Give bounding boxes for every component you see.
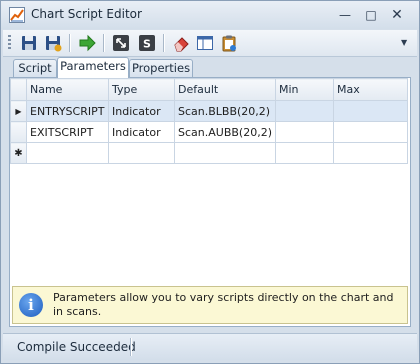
column-header-min[interactable]: Min (274, 78, 334, 101)
new-row[interactable]: ✱ (10, 142, 408, 164)
new-row-asterisk-icon: ✱ (10, 142, 27, 164)
cell-type[interactable]: Indicator (108, 121, 175, 143)
cell-name[interactable]: ENTRYSCRIPT (26, 100, 109, 122)
tab-script[interactable]: Script (13, 59, 57, 77)
current-row-arrow-icon: ▶ (10, 100, 27, 122)
cell-default[interactable] (174, 142, 276, 164)
clipboard-icon[interactable] (219, 33, 239, 53)
compile-status: Compile Succeeded (17, 340, 136, 354)
parameters-panel: Name Type Default Min Max ▶ ENTRYSCRIPT … (9, 77, 411, 327)
parameters-grid: Name Type Default Min Max ▶ ENTRYSCRIPT … (10, 78, 408, 164)
title-bar[interactable]: Chart Script Editor — □ ✕ (1, 1, 419, 29)
cell-type[interactable] (108, 142, 175, 164)
toolbar-separator (103, 34, 105, 52)
chart-script-editor-window: Chart Script Editor — □ ✕ S ▼ Script Par… (0, 0, 420, 364)
toolbar-grip[interactable] (8, 35, 11, 51)
cell-min[interactable] (274, 142, 334, 164)
close-button[interactable]: ✕ (387, 6, 407, 24)
toolbar-overflow-icon[interactable]: ▼ (401, 38, 407, 47)
minimize-button[interactable]: — (335, 6, 355, 24)
tab-parameters[interactable]: Parameters (57, 57, 129, 78)
run-arrow-icon[interactable] (77, 33, 97, 53)
table-row[interactable]: ▶ ENTRYSCRIPT Indicator Scan.BLBB(20,2) (10, 100, 408, 122)
column-header-max[interactable]: Max (332, 78, 408, 101)
grid-header-row: Name Type Default Min Max (10, 78, 408, 101)
toolbar-separator (163, 34, 165, 52)
info-icon: i (19, 293, 43, 317)
column-header-name[interactable]: Name (26, 78, 109, 101)
cell-min[interactable] (274, 100, 334, 122)
cell-type[interactable]: Indicator (108, 100, 175, 122)
status-bar: Compile Succeeded (3, 333, 417, 360)
cell-default[interactable]: Scan.BLBB(20,2) (174, 100, 276, 122)
cell-max[interactable] (332, 121, 408, 143)
info-bar: i Parameters allow you to vary scripts d… (12, 286, 408, 324)
window-title: Chart Script Editor (31, 7, 142, 21)
column-header-default[interactable]: Default (174, 78, 276, 101)
window-layout-icon[interactable] (195, 33, 215, 53)
info-message: Parameters allow you to vary scripts dir… (53, 291, 394, 318)
toolbar: S ▼ (3, 30, 417, 57)
svg-text:S: S (143, 38, 151, 51)
chart-app-icon (9, 7, 25, 23)
tab-properties[interactable]: Properties (129, 59, 193, 77)
cell-max[interactable] (332, 142, 408, 164)
maximize-button[interactable]: □ (361, 6, 381, 24)
expand-icon[interactable] (111, 33, 131, 53)
save-icon[interactable] (19, 33, 39, 53)
cell-max[interactable] (332, 100, 408, 122)
table-row[interactable]: EXITSCRIPT Indicator Scan.AUBB(20,2) (10, 121, 408, 143)
status-separator (130, 338, 132, 356)
tab-strip: Script Parameters Properties (3, 57, 417, 78)
script-icon[interactable]: S (137, 33, 157, 53)
row-indicator (10, 121, 27, 143)
cell-min[interactable] (274, 121, 334, 143)
eraser-icon[interactable] (171, 33, 191, 53)
row-indicator-header (10, 78, 27, 101)
toolbar-separator (69, 34, 71, 52)
column-header-type[interactable]: Type (108, 78, 175, 101)
save-as-icon[interactable] (43, 33, 63, 53)
cell-name[interactable] (26, 142, 109, 164)
cell-default[interactable]: Scan.AUBB(20,2) (174, 121, 276, 143)
cell-name[interactable]: EXITSCRIPT (26, 121, 109, 143)
